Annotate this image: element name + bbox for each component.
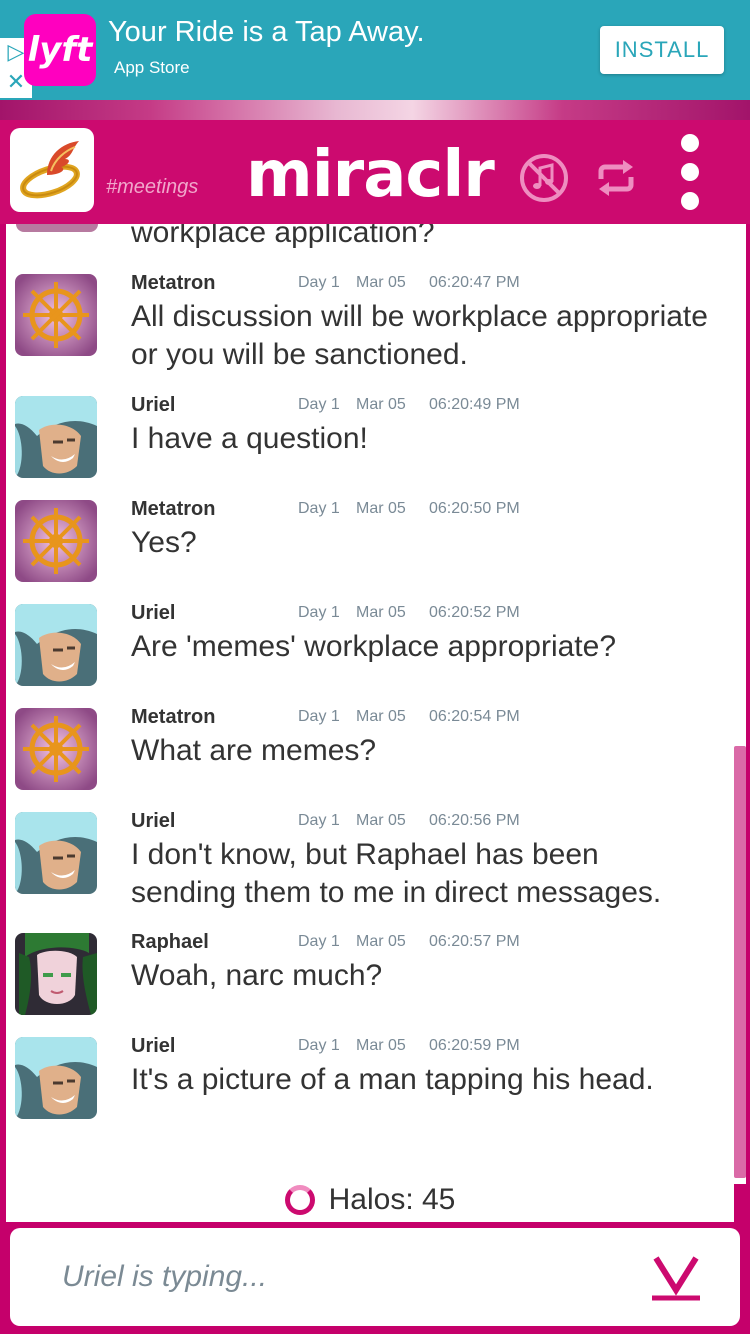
message-input[interactable] — [24, 1248, 584, 1306]
message-date: Mar 05 — [356, 604, 406, 621]
message-text: Are 'memes' workplace appropriate? — [131, 630, 617, 663]
ad-install-button[interactable]: INSTALL — [600, 26, 724, 74]
menu-dot — [681, 134, 699, 152]
message-time: 06:20:57 PM — [429, 933, 520, 950]
message-text: I don't know, but Raphael has been sendi… — [131, 838, 662, 909]
more-vertical-icon[interactable] — [666, 134, 714, 210]
refresh-icon[interactable] — [590, 152, 642, 204]
message-date: Mar 05 — [356, 933, 406, 950]
uriel-avatar[interactable] — [15, 604, 97, 686]
app-header: #meetings miraclr — [0, 120, 750, 224]
message-time: 06:20:49 PM — [429, 396, 520, 413]
header-background-strip — [0, 100, 750, 120]
close-icon[interactable]: ✕ — [7, 72, 25, 94]
message-time: 06:20:59 PM — [429, 1037, 520, 1054]
wheel-avatar[interactable] — [15, 500, 97, 582]
message-author[interactable]: Uriel — [131, 602, 175, 625]
ad-brand-logo[interactable]: lyft — [24, 14, 96, 86]
ad-store-label: App Store — [110, 58, 190, 78]
menu-dot — [681, 163, 699, 181]
halos-counter: Halos: 45 — [6, 1180, 734, 1220]
uriel-avatar[interactable] — [15, 396, 97, 478]
wheel-avatar[interactable] — [15, 274, 97, 356]
wheel-avatar[interactable] — [15, 708, 97, 790]
message-text: It's a picture of a man tapping his head… — [131, 1063, 654, 1096]
message-time: 06:20:47 PM — [429, 274, 520, 291]
message-text: What are memes? — [131, 734, 377, 767]
message-text-partial: workplace application? — [131, 224, 435, 249]
ad-banner[interactable]: ▷ ✕ lyft Your Ride is a Tap Away. App St… — [0, 0, 750, 100]
message-date: Mar 05 — [356, 1037, 406, 1054]
message-author[interactable]: Uriel — [131, 810, 175, 833]
channel-name[interactable]: #meetings — [106, 176, 198, 199]
scrollbar-thumb[interactable] — [734, 746, 746, 1178]
halo-wings-icon[interactable] — [10, 128, 94, 212]
message-text: I have a question! — [131, 422, 368, 455]
message-day: Day 1 — [298, 500, 340, 517]
uriel-avatar[interactable] — [15, 812, 97, 894]
message-time: 06:20:56 PM — [429, 812, 520, 829]
message-day: Day 1 — [298, 274, 340, 291]
message-date: Mar 05 — [356, 500, 406, 517]
ad-title[interactable]: Your Ride is a Tap Away. — [108, 16, 425, 49]
message-day: Day 1 — [298, 708, 340, 725]
message-date: Mar 05 — [356, 274, 406, 291]
send-chevron-icon[interactable] — [646, 1246, 706, 1306]
message-time: 06:20:52 PM — [429, 604, 520, 621]
ad-store-text: App Store — [114, 58, 190, 77]
adchoices-icon[interactable]: ▷ — [8, 42, 25, 64]
chat-log[interactable]: workplace application? Metatron Day 1 Mar … — [6, 224, 734, 1222]
message-day: Day 1 — [298, 933, 340, 950]
message-input-bar — [10, 1228, 740, 1326]
message-day: Day 1 — [298, 396, 340, 413]
message-text: All discussion will be workplace appropr… — [131, 300, 708, 371]
message-date: Mar 05 — [356, 812, 406, 829]
message-author[interactable]: Metatron — [131, 498, 215, 521]
music-muted-icon[interactable] — [518, 152, 570, 204]
message-author[interactable]: Metatron — [131, 706, 215, 729]
uriel-avatar[interactable] — [15, 1037, 97, 1119]
message-author[interactable]: Metatron — [131, 272, 215, 295]
halo-icon — [284, 1185, 315, 1215]
ad-brand-logo-text: lyft — [27, 30, 93, 70]
raphael-avatar[interactable] — [15, 933, 97, 1015]
message-text: Yes? — [131, 526, 197, 559]
avatar — [16, 224, 98, 232]
message-author[interactable]: Uriel — [131, 1035, 175, 1058]
app-title: miraclr — [246, 138, 495, 212]
message-day: Day 1 — [298, 1037, 340, 1054]
message-author[interactable]: Uriel — [131, 394, 175, 417]
message-time: 06:20:54 PM — [429, 708, 520, 725]
message-text: Woah, narc much? — [131, 959, 383, 992]
message-date: Mar 05 — [356, 396, 406, 413]
halos-label: Halos: 45 — [328, 1183, 456, 1216]
message-author[interactable]: Raphael — [131, 931, 209, 954]
message-day: Day 1 — [298, 812, 340, 829]
message-date: Mar 05 — [356, 708, 406, 725]
message-time: 06:20:50 PM — [429, 500, 520, 517]
menu-dot — [681, 192, 699, 210]
message-day: Day 1 — [298, 604, 340, 621]
